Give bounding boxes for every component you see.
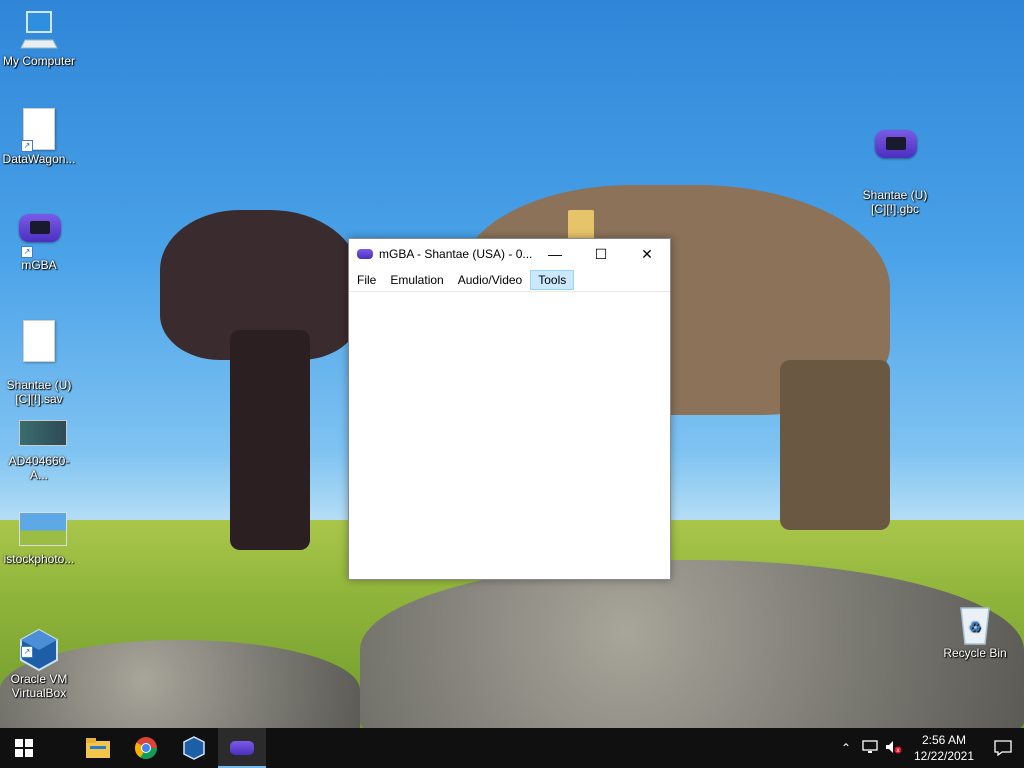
mgba-icon [230,741,254,755]
clock-time: 2:56 AM [921,733,967,747]
start-icon [15,739,33,757]
gba-icon [875,130,917,172]
desktop-icon-my-computer[interactable]: My Computer [0,10,78,68]
desktop-icon-shantae-sav[interactable]: Shantae (U) [C][!].sav [0,306,78,406]
computer-icon [19,10,59,52]
start-button[interactable] [0,728,48,768]
desktop-icon-ad404660[interactable]: AD404660-A... [0,416,78,482]
volume-muted-icon[interactable]: x [882,740,906,757]
file-icon [19,320,59,362]
mgba-window: mGBA - Shantae (USA) - 0.... — ☐ ✕ File … [348,238,671,580]
close-button[interactable]: ✕ [624,239,670,269]
taskbar-mgba[interactable] [218,728,266,768]
desktop-icon-label: My Computer [2,54,76,68]
gba-icon: ↗ [19,214,61,258]
desktop-icon-label: mGBA [21,258,57,272]
desktop-icon-virtualbox[interactable]: ↗ Oracle VM VirtualBox [0,600,78,700]
taskbar-virtualbox[interactable] [170,728,218,768]
desktop-icon-mgba[interactable]: ↗ mGBA [0,206,78,272]
wallpaper-horse-legs [780,360,890,530]
svg-text:♻: ♻ [969,620,982,636]
wallpaper-horse-legs [230,330,310,550]
image-icon [19,420,67,452]
desktop: My Computer ↗ DataWagon... ↗ mGBA Shanta… [0,0,1024,728]
chevron-up-icon[interactable]: ⌃ [834,741,858,755]
window-title: mGBA - Shantae (USA) - 0.... [379,247,532,261]
desktop-icon-label: Oracle VM VirtualBox [10,672,68,700]
desktop-icon-recycle-bin[interactable]: ♻ Recycle Bin [936,602,1014,660]
desktop-icon-istockphoto[interactable]: istockphoto... [0,510,78,566]
folder-icon [568,210,594,240]
virtualbox-icon: ↗ [19,614,59,672]
menu-file[interactable]: File [351,270,382,290]
clock-date: 12/22/2021 [913,749,975,763]
taskbar: ⌃ x 2:56 AM 12/22/2021 [0,728,1024,768]
file-explorer-icon [86,738,110,758]
desktop-icon-datawagon[interactable]: ↗ DataWagon... [0,108,78,166]
chrome-icon [135,737,157,759]
system-tray: ⌃ x 2:56 AM 12/22/2021 [834,728,1024,768]
menu-audio-video[interactable]: Audio/Video [452,270,529,290]
desktop-icon-label: Recycle Bin [943,646,1007,660]
taskbar-chrome[interactable] [122,728,170,768]
menu-bar: File Emulation Audio/Video Tools [349,269,670,292]
desktop-icon-label: Shantae (U) [C][!].sav [6,378,72,406]
mgba-icon [357,249,373,259]
emulator-display[interactable] [349,292,670,578]
virtualbox-icon [183,736,205,760]
desktop-icon-shantae-gbc[interactable]: Shantae (U) [C][!].gbc [856,108,934,216]
desktop-icon-label: AD404660-A... [8,454,70,482]
menu-emulation[interactable]: Emulation [384,270,449,290]
notification-icon[interactable] [982,740,1024,756]
minimize-button[interactable]: — [532,239,578,269]
recycle-bin-icon: ♻ [955,602,995,645]
image-icon [19,512,67,550]
desktop-icon-label: istockphoto... [3,552,75,566]
window-titlebar[interactable]: mGBA - Shantae (USA) - 0.... — ☐ ✕ [349,239,670,269]
desktop-icon-label: Shantae (U) [C][!].gbc [862,188,928,216]
desktop-icon-label: DataWagon... [2,152,76,166]
network-icon[interactable] [858,739,882,757]
file-icon: ↗ [19,108,59,152]
menu-tools[interactable]: Tools [530,270,575,290]
wallpaper-rock [360,560,1024,728]
svg-text:x: x [896,747,900,754]
taskbar-file-explorer[interactable] [74,728,122,768]
maximize-button[interactable]: ☐ [578,239,624,269]
clock[interactable]: 2:56 AM 12/22/2021 [906,732,982,764]
